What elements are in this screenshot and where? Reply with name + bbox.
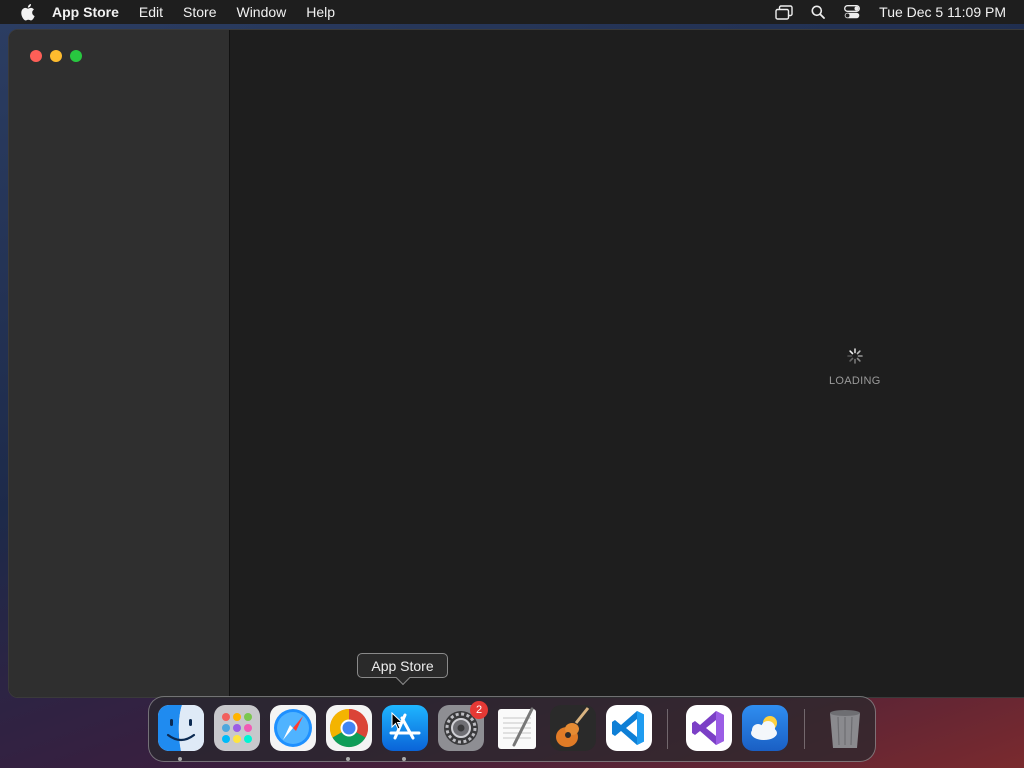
dock-separator	[667, 709, 668, 749]
launchpad-icon	[214, 705, 260, 751]
sidebar	[9, 30, 230, 697]
dock-item-trash[interactable]	[822, 705, 868, 751]
status-area: Tue Dec 5 11:09 PM	[767, 0, 1024, 24]
app-store-window: LOADING	[8, 29, 1024, 698]
dock-item-finder[interactable]	[158, 705, 204, 751]
trash-icon	[822, 705, 868, 751]
dock-item-safari[interactable]	[270, 705, 316, 751]
dock-tooltip: App Store	[357, 653, 448, 686]
dock-item-system-settings[interactable]: 2	[438, 701, 488, 751]
loading-indicator: LOADING	[829, 348, 881, 387]
close-window-button[interactable]	[30, 50, 42, 62]
minimize-window-button[interactable]	[50, 50, 62, 62]
dock-item-launchpad[interactable]	[214, 705, 260, 751]
main-content: LOADING	[231, 30, 1024, 697]
app-store-icon	[382, 705, 428, 751]
spotlight-search-icon[interactable]	[801, 0, 835, 24]
visual-studio-icon	[686, 705, 732, 751]
dock-separator	[804, 709, 805, 749]
safari-icon	[270, 705, 316, 751]
textedit-icon	[494, 705, 540, 751]
notification-badge: 2	[470, 701, 488, 719]
menu-app-name[interactable]: App Store	[52, 4, 119, 20]
dock-item-app-store[interactable]	[382, 705, 428, 751]
weather-icon	[742, 705, 788, 751]
running-indicator	[402, 757, 406, 761]
zoom-window-button[interactable]	[70, 50, 82, 62]
control-center-icon[interactable]	[835, 0, 869, 24]
dock-item-chrome[interactable]	[326, 705, 372, 751]
dock-item-visual-studio[interactable]	[686, 705, 732, 751]
apple-menu-icon[interactable]	[16, 3, 38, 21]
spinner-icon	[847, 348, 863, 369]
dock-item-vscode[interactable]	[606, 705, 652, 751]
menu-window[interactable]: Window	[236, 4, 286, 20]
running-indicator	[346, 757, 350, 761]
menu-store[interactable]: Store	[183, 4, 216, 20]
menu-bar-clock[interactable]: Tue Dec 5 11:09 PM	[879, 4, 1006, 20]
screen-mirroring-icon[interactable]	[767, 0, 801, 24]
finder-icon	[158, 705, 204, 751]
loading-label: LOADING	[829, 375, 881, 387]
mouse-cursor-icon	[391, 711, 404, 735]
menu-bar: App Store Edit Store Window Help Tue Dec…	[0, 0, 1024, 24]
running-indicator	[178, 757, 182, 761]
dock-item-textedit[interactable]	[494, 705, 540, 751]
chrome-icon	[326, 705, 372, 751]
dock-item-weather[interactable]	[742, 705, 788, 751]
garageband-icon	[550, 705, 596, 751]
vscode-icon	[606, 705, 652, 751]
menu-edit[interactable]: Edit	[139, 4, 163, 20]
dock-item-garageband[interactable]	[550, 705, 596, 751]
dock: 2	[148, 696, 876, 762]
menu-help[interactable]: Help	[306, 4, 335, 20]
